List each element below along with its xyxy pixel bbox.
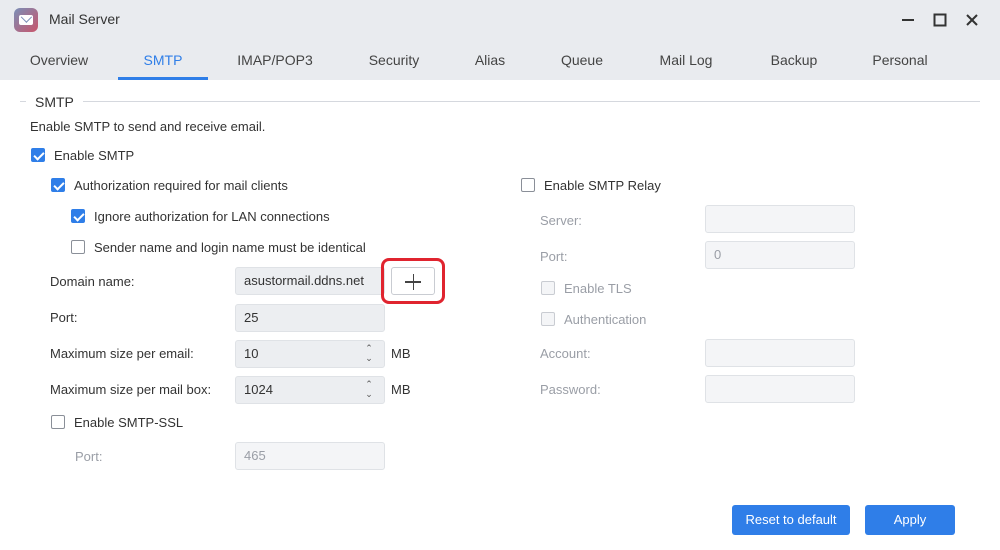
enable-tls-label: Enable TLS xyxy=(564,281,632,296)
enable-smtp-relay-label: Enable SMTP Relay xyxy=(544,178,661,193)
tab-queue[interactable]: Queue xyxy=(548,40,616,80)
section-title: SMTP xyxy=(35,94,74,110)
max-size-mailbox-stepper[interactable]: 1024 ⌃ ⌄ xyxy=(235,376,385,404)
tab-personal[interactable]: Personal xyxy=(862,40,938,80)
stepper-arrows-icon[interactable]: ⌃ ⌄ xyxy=(364,343,374,365)
tab-imap-pop3[interactable]: IMAP/POP3 xyxy=(226,40,324,80)
domain-name-label: Domain name: xyxy=(50,274,135,289)
enable-smtp-label: Enable SMTP xyxy=(54,148,135,163)
close-icon[interactable] xyxy=(960,8,984,32)
smtp-port-field[interactable]: 25 xyxy=(235,304,385,332)
relay-account-label: Account: xyxy=(540,346,591,361)
mail-server-app-icon xyxy=(14,8,38,32)
enable-tls-checkbox[interactable] xyxy=(541,281,555,295)
sender-identical-label: Sender name and login name must be ident… xyxy=(94,240,366,255)
max-size-mailbox-unit: MB xyxy=(391,382,411,397)
tab-overview[interactable]: Overview xyxy=(18,40,100,80)
relay-server-label: Server: xyxy=(540,213,582,228)
max-size-mailbox-value: 1024 xyxy=(244,382,273,397)
max-size-email-unit: MB xyxy=(391,346,411,361)
auth-required-checkbox[interactable] xyxy=(51,178,65,192)
title-bar: Mail Server xyxy=(0,0,1000,40)
tab-backup[interactable]: Backup xyxy=(758,40,830,80)
tab-mail-log[interactable]: Mail Log xyxy=(646,40,726,80)
relay-server-field[interactable] xyxy=(705,205,855,233)
relay-port-label: Port: xyxy=(540,249,568,264)
max-size-email-label: Maximum size per email: xyxy=(50,346,194,361)
authentication-checkbox[interactable] xyxy=(541,312,555,326)
max-size-mailbox-label: Maximum size per mail box: xyxy=(50,382,212,397)
smtp-description: Enable SMTP to send and receive email. xyxy=(30,119,266,134)
stepper-arrows-icon[interactable]: ⌃ ⌄ xyxy=(364,379,374,401)
port-label: Port: xyxy=(50,310,78,325)
window-title: Mail Server xyxy=(49,11,120,27)
enable-smtp-checkbox[interactable] xyxy=(31,148,45,162)
enable-smtp-relay-checkbox[interactable] xyxy=(521,178,535,192)
reset-to-default-button[interactable]: Reset to default xyxy=(732,505,850,535)
sender-identical-checkbox[interactable] xyxy=(71,240,85,254)
apply-button[interactable]: Apply xyxy=(865,505,955,535)
ssl-port-field[interactable]: 465 xyxy=(235,442,385,470)
relay-port-field[interactable]: 0 xyxy=(705,241,855,269)
tab-alias[interactable]: Alias xyxy=(460,40,520,80)
enable-smtp-ssl-checkbox[interactable] xyxy=(51,415,65,429)
ssl-port-label: Port: xyxy=(75,449,103,464)
section-divider xyxy=(83,101,980,102)
maximize-icon[interactable] xyxy=(928,8,952,32)
tab-bar: Overview SMTP IMAP/POP3 Security Alias Q… xyxy=(0,40,1000,80)
max-size-email-value: 10 xyxy=(244,346,259,361)
relay-password-field[interactable] xyxy=(705,375,855,403)
authentication-label: Authentication xyxy=(564,312,647,327)
max-size-email-stepper[interactable]: 10 ⌃ ⌄ xyxy=(235,340,385,368)
section-divider-left xyxy=(20,101,26,102)
minimize-icon[interactable] xyxy=(896,8,920,32)
enable-smtp-ssl-label: Enable SMTP-SSL xyxy=(74,415,184,430)
auth-required-label: Authorization required for mail clients xyxy=(74,178,288,193)
ignore-lan-auth-label: Ignore authorization for LAN connections xyxy=(94,209,330,224)
tab-security[interactable]: Security xyxy=(354,40,434,80)
relay-account-field[interactable] xyxy=(705,339,855,367)
highlight-annotation xyxy=(381,258,445,304)
domain-name-field[interactable]: asustormail.ddns.net xyxy=(235,267,385,295)
ignore-lan-auth-checkbox[interactable] xyxy=(71,209,85,223)
tab-smtp[interactable]: SMTP xyxy=(118,40,208,80)
relay-password-label: Password: xyxy=(540,382,601,397)
